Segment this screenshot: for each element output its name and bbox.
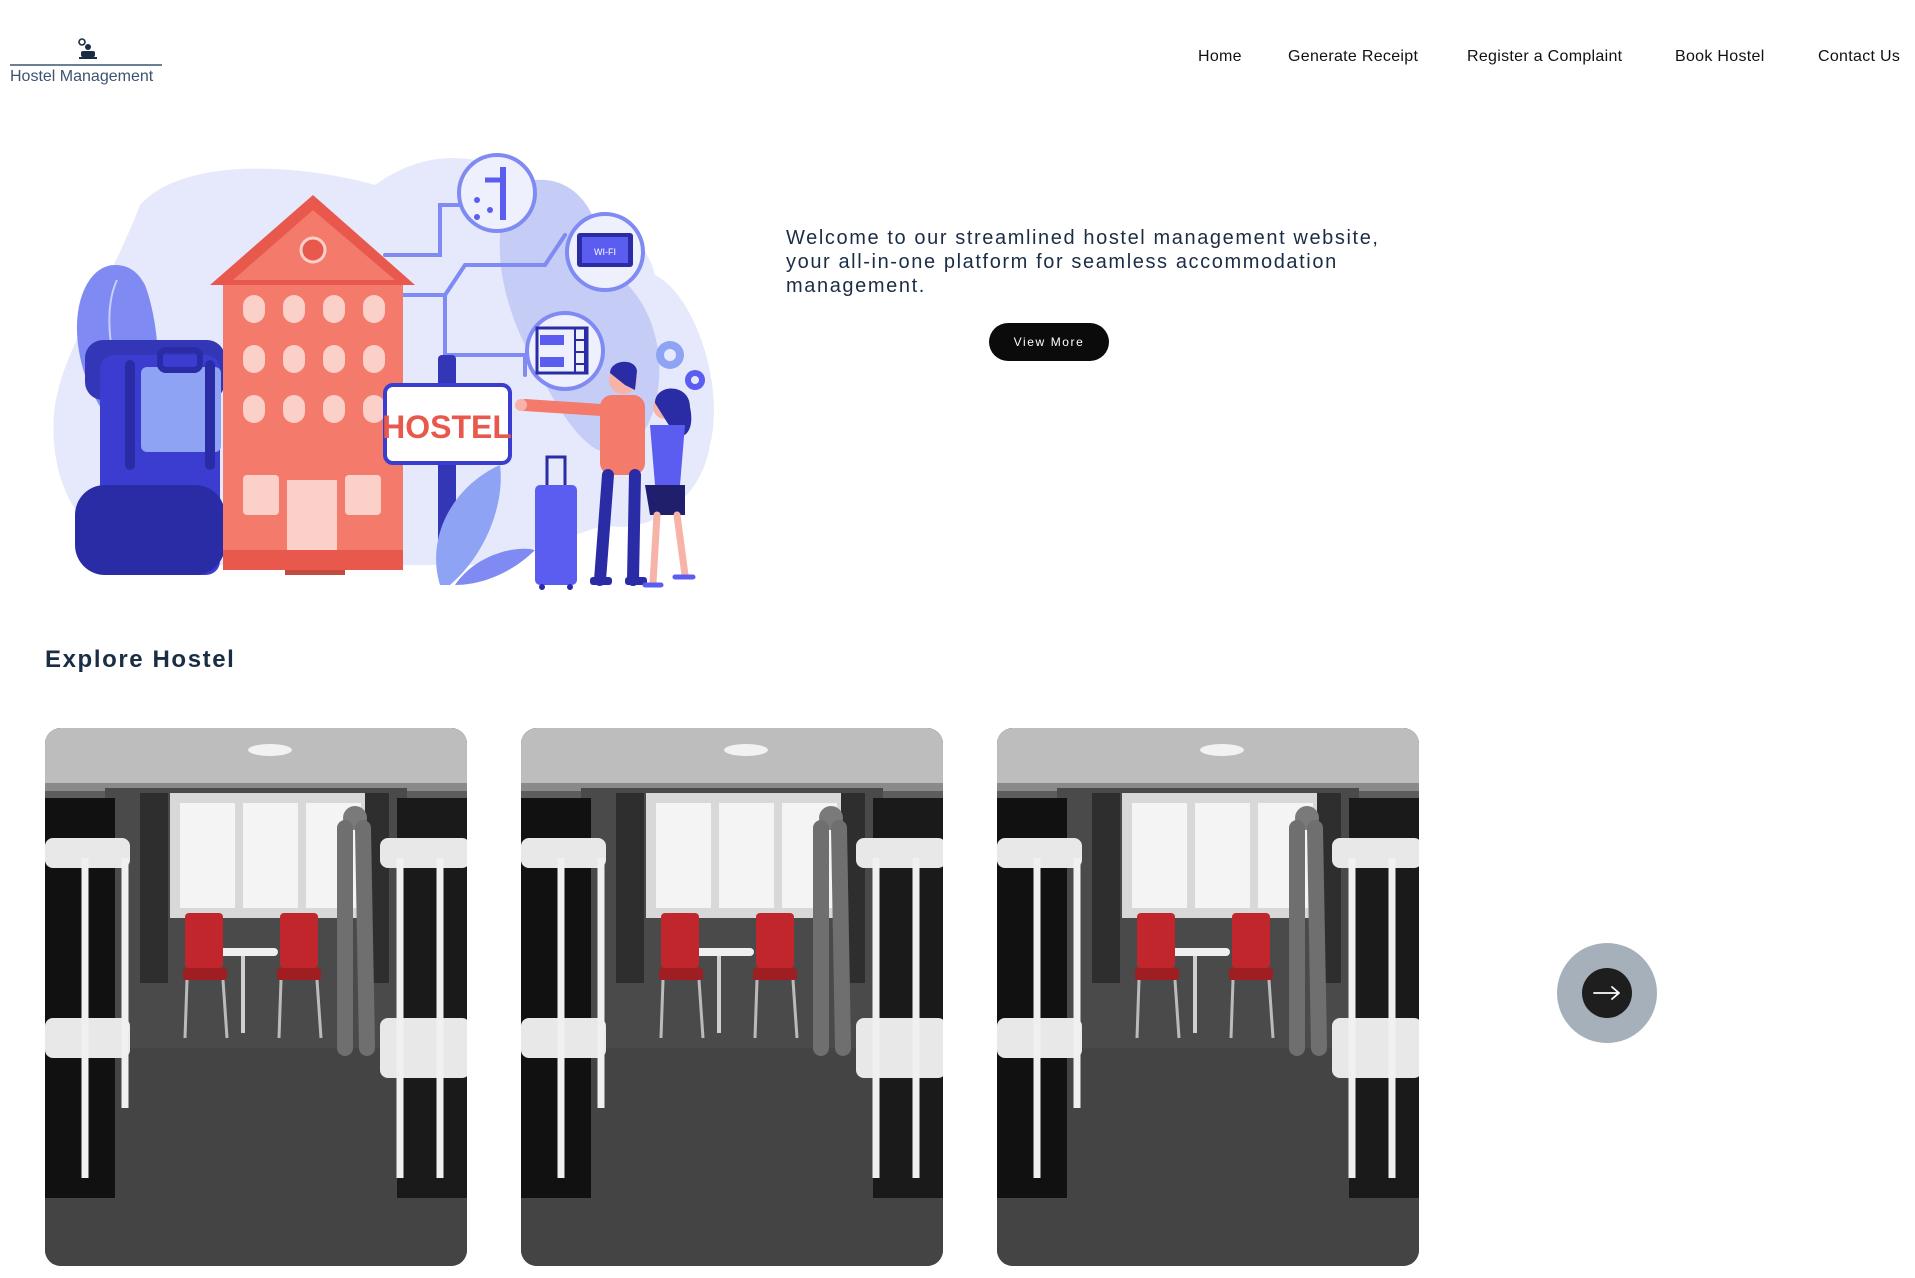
- carousel-next-inner[interactable]: [1582, 968, 1632, 1018]
- wifi-label: WI-FI: [594, 247, 616, 257]
- hero-welcome-text: Welcome to our streamlined hostel manage…: [786, 227, 1380, 297]
- hostel-room-card[interactable]: [521, 728, 943, 1266]
- nav-home[interactable]: Home: [1198, 48, 1242, 68]
- arrow-right-icon: [1593, 986, 1620, 1000]
- hostel-room-photo: [997, 728, 1419, 1266]
- view-more-button[interactable]: View More: [989, 323, 1109, 361]
- nav-book-hostel[interactable]: Book Hostel: [1675, 48, 1765, 68]
- carousel-next-button[interactable]: [1557, 943, 1657, 1043]
- person-with-bed-icon: [78, 38, 97, 59]
- explore-hostel-title: Explore Hostel: [45, 646, 236, 673]
- hostel-room-card[interactable]: [45, 728, 467, 1266]
- site-header: Hostel Management Home Generate Receipt …: [0, 0, 1915, 120]
- nav-register-complaint[interactable]: Register a Complaint: [1467, 48, 1622, 68]
- hostel-room-photo: [45, 728, 467, 1266]
- nav-contact-us[interactable]: Contact Us: [1818, 48, 1900, 68]
- hostel-illustration: WI-FI HOSTEL: [53, 153, 714, 590]
- logo-underline: [10, 64, 162, 66]
- hostel-sign-text: HOSTEL: [382, 409, 512, 445]
- hostel-room-card[interactable]: [997, 728, 1419, 1266]
- brand-name: Hostel Management: [10, 68, 154, 85]
- nav-generate-receipt[interactable]: Generate Receipt: [1288, 48, 1418, 68]
- brand-logo[interactable]: Hostel Management: [10, 36, 162, 90]
- hostel-room-photo: [521, 728, 943, 1266]
